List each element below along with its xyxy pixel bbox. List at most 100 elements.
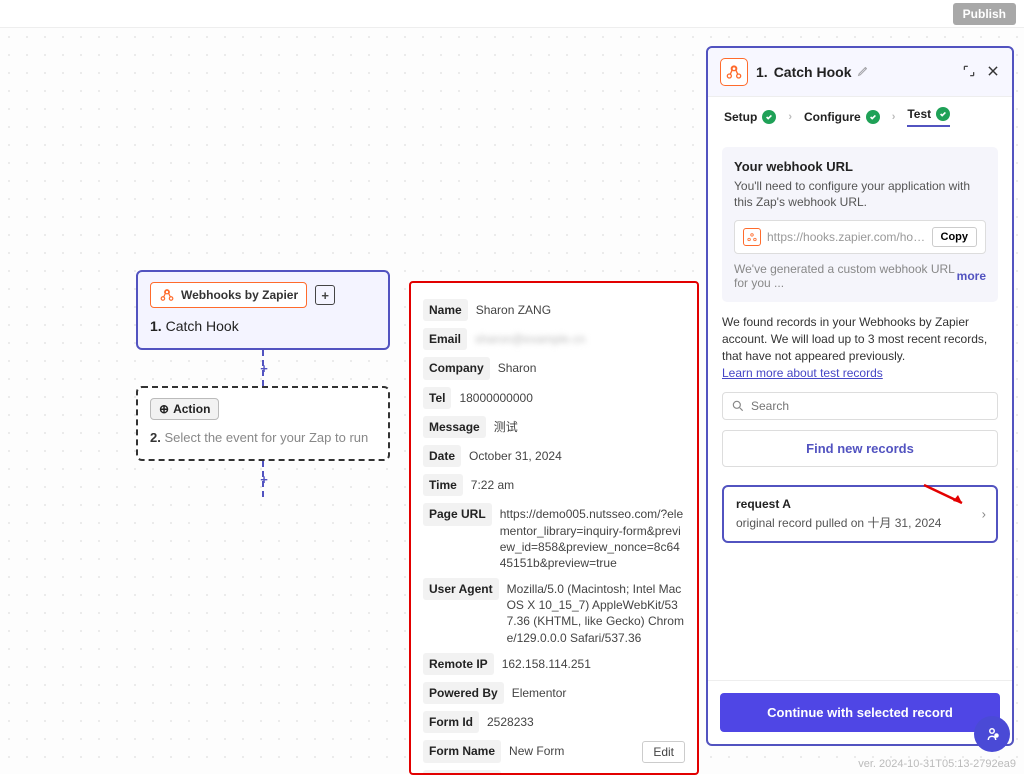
chevron-right-icon: › bbox=[982, 506, 986, 521]
field-row: Date October 31, 2024 bbox=[423, 445, 685, 467]
field-key: Email bbox=[423, 328, 467, 350]
field-key: Date bbox=[423, 445, 461, 467]
learn-more-link[interactable]: Learn more about test records bbox=[722, 366, 883, 380]
field-value: October 31, 2024 bbox=[469, 445, 562, 464]
action-chip-label: Action bbox=[173, 402, 210, 416]
field-value: 2528233 bbox=[487, 711, 534, 730]
search-input[interactable] bbox=[751, 399, 989, 413]
close-icon[interactable] bbox=[986, 64, 1000, 81]
tab-label: Test bbox=[907, 107, 931, 121]
field-key: Company bbox=[423, 357, 490, 379]
panel-footer: Continue with selected record bbox=[708, 680, 1012, 744]
field-value: New Form bbox=[509, 740, 564, 759]
webhook-icon bbox=[720, 58, 748, 86]
action-subtitle: 2. Select the event for your Zap to run bbox=[150, 430, 376, 445]
action-step-num: 2. bbox=[150, 430, 161, 445]
field-row: Powered By Elementor bbox=[423, 682, 685, 704]
field-value: sharon@example.cn bbox=[475, 328, 585, 347]
field-row: User AgentMozilla/5.0 (Macintosh; Intel … bbox=[423, 578, 685, 646]
webhook-desc: You'll need to configure your applicatio… bbox=[734, 178, 986, 210]
add-step-button[interactable]: + bbox=[254, 358, 274, 378]
field-key: User Agent bbox=[423, 578, 499, 600]
chevron-right-icon: › bbox=[788, 111, 792, 123]
field-value: 162.158.114.251 bbox=[502, 653, 591, 672]
field-value: https://demo005.nutsseo.com/?elementor_l… bbox=[500, 503, 685, 571]
field-row: Form Id 2528233 bbox=[423, 711, 685, 733]
field-key: Form Id bbox=[423, 711, 479, 733]
more-link[interactable]: more bbox=[957, 269, 986, 283]
field-value: 测试 bbox=[494, 416, 518, 435]
panel-title: 1. Catch Hook bbox=[756, 64, 954, 80]
field-value: Sharon ZANG bbox=[476, 299, 551, 318]
pencil-icon[interactable] bbox=[857, 64, 870, 80]
field-row: Page URL https://demo005.nutsseo.com/?ele… bbox=[423, 503, 685, 571]
webhook-url-row: https://hooks.zapier.com/hooks/catch/...… bbox=[734, 220, 986, 254]
field-row: Name Sharon ZANG bbox=[423, 299, 685, 321]
tab-setup[interactable]: Setup bbox=[724, 110, 776, 124]
field-value: 18000000000 bbox=[459, 387, 532, 406]
tab-label: Configure bbox=[804, 110, 861, 124]
zap-flow: Webhooks by Zapier + 1. Catch Hook + ⊕ A… bbox=[136, 270, 390, 497]
field-row: Tel 18000000000 bbox=[423, 387, 685, 409]
field-row: querystring bbox=[423, 770, 685, 775]
plus-icon: ⊕ bbox=[159, 402, 169, 416]
trigger-step-num: 1. bbox=[150, 318, 162, 334]
panel-step-num: 1. bbox=[756, 64, 768, 80]
side-panel: 1. Catch Hook Setup › Configure › Test bbox=[706, 46, 1014, 746]
version-label: ver. 2024-10-31T05:13-2792ea9 bbox=[858, 758, 1016, 770]
trigger-node[interactable]: Webhooks by Zapier + 1. Catch Hook bbox=[136, 270, 390, 350]
field-row: Email sharon@example.cn bbox=[423, 328, 685, 350]
edit-button[interactable]: Edit bbox=[642, 741, 685, 763]
app-badge-label: Webhooks by Zapier bbox=[181, 288, 298, 302]
records-info-text: We found records in your Webhooks by Zap… bbox=[722, 315, 987, 363]
field-row: Company Sharon bbox=[423, 357, 685, 379]
record-details-popup: Name Sharon ZANG Email sharon@example.cn Com… bbox=[409, 281, 699, 775]
trigger-title: 1. Catch Hook bbox=[150, 318, 376, 334]
field-key: Tel bbox=[423, 387, 451, 409]
field-key: Powered By bbox=[423, 682, 504, 704]
webhook-url-text: https://hooks.zapier.com/hooks/catch/... bbox=[767, 230, 926, 244]
search-icon bbox=[731, 399, 745, 413]
record-item[interactable]: request A original record pulled on 十月 3… bbox=[722, 485, 998, 543]
check-icon bbox=[866, 110, 880, 124]
trigger-step-name: Catch Hook bbox=[166, 318, 239, 334]
field-key: Time bbox=[423, 474, 463, 496]
field-value: Sharon bbox=[498, 357, 537, 376]
search-box[interactable] bbox=[722, 392, 998, 420]
field-key: querystring bbox=[423, 770, 501, 775]
add-app-button[interactable]: + bbox=[315, 285, 335, 305]
app-badge: Webhooks by Zapier bbox=[150, 282, 307, 308]
generated-text: We've generated a custom webhook URL for… bbox=[734, 262, 957, 290]
field-key: Page URL bbox=[423, 503, 492, 525]
copy-button[interactable]: Copy bbox=[932, 227, 978, 247]
field-value: Elementor bbox=[512, 682, 567, 701]
canvas[interactable]: Webhooks by Zapier + 1. Catch Hook + ⊕ A… bbox=[0, 28, 1024, 774]
panel-body: Your webhook URL You'll need to configur… bbox=[708, 135, 1012, 680]
chevron-right-icon: › bbox=[892, 111, 896, 123]
webhook-heading: Your webhook URL bbox=[734, 159, 986, 174]
publish-button[interactable]: Publish bbox=[953, 3, 1016, 25]
top-bar: Publish bbox=[0, 0, 1024, 28]
add-step-button[interactable]: + bbox=[254, 469, 274, 489]
field-row: Time7:22 am bbox=[423, 474, 685, 496]
connector: + bbox=[262, 350, 264, 386]
tab-configure[interactable]: Configure bbox=[804, 110, 880, 124]
tab-test[interactable]: Test bbox=[907, 107, 950, 127]
field-key: Form Name bbox=[423, 740, 501, 762]
webhook-icon bbox=[743, 228, 761, 246]
field-key: Remote IP bbox=[423, 653, 494, 675]
find-records-button[interactable]: Find new records bbox=[722, 430, 998, 467]
help-fab[interactable] bbox=[974, 716, 1010, 752]
tab-label: Setup bbox=[724, 110, 757, 124]
action-chip[interactable]: ⊕ Action bbox=[150, 398, 219, 420]
expand-icon[interactable] bbox=[962, 64, 976, 81]
record-subtitle: original record pulled on 十月 31, 2024 bbox=[736, 514, 984, 531]
continue-button[interactable]: Continue with selected record bbox=[720, 693, 1000, 732]
step-tabs: Setup › Configure › Test bbox=[708, 97, 1012, 135]
check-icon bbox=[936, 107, 950, 121]
field-row: Remote IP 162.158.114.251 bbox=[423, 653, 685, 675]
field-key: Message bbox=[423, 416, 486, 438]
action-node[interactable]: ⊕ Action 2. Select the event for your Za… bbox=[136, 386, 390, 461]
field-key: Name bbox=[423, 299, 468, 321]
panel-step-name: Catch Hook bbox=[774, 64, 852, 80]
